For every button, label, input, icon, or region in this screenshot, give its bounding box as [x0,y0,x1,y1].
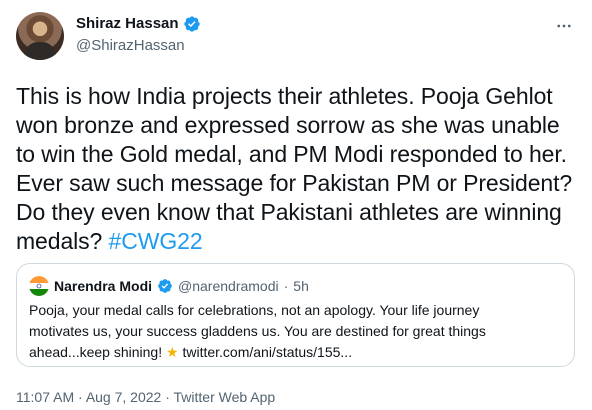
author-name-text[interactable]: Shiraz Hassan [76,14,179,34]
tweet-body: This is how India projects their athlete… [16,82,576,256]
quoted-line: motivates us, your success gladdens us. … [29,323,486,339]
author-avatar[interactable] [16,12,64,60]
star-emoji-icon: ★ [166,344,179,360]
quoted-link[interactable]: twitter.com/ani/status/155... [182,344,352,360]
timestamp-source: Twitter Web App [173,389,276,405]
quoted-tweet[interactable]: Narendra Modi @narendramodi · 5h Pooja, … [16,263,575,367]
meta-separator: · [283,278,289,294]
quoted-line: Pooja, your medal calls for celebrations… [29,302,480,318]
india-flag-icon [29,276,49,296]
timestamp-separator: · [78,389,83,405]
author-handle[interactable]: @ShirazHassan [76,36,185,56]
more-options-button[interactable] [552,14,576,38]
quoted-tweet-header: Narendra Modi @narendramodi · 5h [29,276,309,296]
tweet-line: Do they even know that Pakistani athlete… [16,199,562,225]
tweet-line: This is how India projects their athlete… [16,83,553,109]
hashtag-link[interactable]: #CWG22 [109,228,203,254]
quoted-line: ahead...keep shining! [29,344,163,360]
author-display-name[interactable]: Shiraz Hassan [76,14,201,34]
tweet-line: medals? [16,228,103,254]
tweet-line: won bronze and expressed sorrow as she w… [16,112,560,138]
more-options-icon [557,24,571,28]
tweet-line: Ever saw such message for Pakistan PM or… [16,170,573,196]
quoted-author-handle: @narendramodi [178,278,279,294]
timestamp-time[interactable]: 11:07 AM [16,389,74,405]
timestamp-date[interactable]: Aug 7, 2022 [86,389,162,405]
quoted-tweet-time[interactable]: 5h [293,277,309,295]
tweet-timestamp: 11:07 AM · Aug 7, 2022 · Twitter Web App [16,388,275,406]
tweet-line: to win the Gold medal, and PM Modi respo… [16,141,567,167]
verified-badge-icon [158,279,172,293]
quoted-tweet-body: Pooja, your medal calls for celebrations… [29,300,564,363]
quoted-author-name[interactable]: Narendra Modi [54,277,152,295]
timestamp-separator: · [165,389,170,405]
verified-badge-icon [183,16,200,32]
